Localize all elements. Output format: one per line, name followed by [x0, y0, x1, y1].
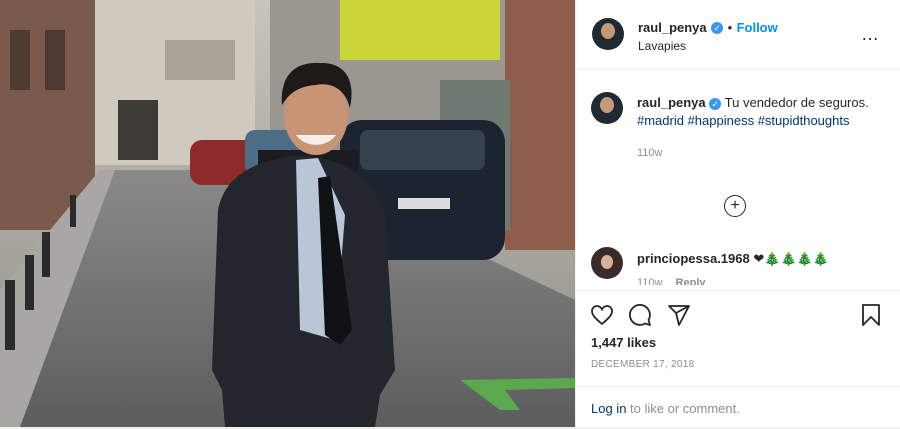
login-prompt-text: Log in to like or comment.	[591, 401, 740, 416]
post-photo[interactable]	[0, 0, 575, 427]
comment-icon[interactable]	[628, 303, 652, 327]
heart-icon[interactable]	[590, 303, 614, 327]
caption-text: Tu vendedor de seguros.	[724, 95, 869, 110]
verified-badge-icon: ✓	[711, 21, 724, 34]
caption-avatar[interactable]	[591, 92, 623, 124]
follow-button[interactable]: Follow	[737, 20, 778, 35]
comment-text-line: princiopessa.1968 ❤🎄🎄🎄🎄	[637, 251, 829, 267]
post-date: DECEMBER 17, 2018	[591, 359, 695, 370]
caption-hashtags[interactable]: #madrid #happiness #stupidthoughts	[637, 113, 849, 128]
street-portrait-image	[0, 0, 575, 427]
login-link[interactable]: Log in	[591, 401, 626, 416]
comment-reply-button[interactable]: Reply	[676, 277, 706, 285]
caption-text-block: raul_penya ✓ Tu vendedor de seguros. #ma…	[637, 94, 877, 162]
comment-emoji: ❤🎄🎄🎄🎄	[753, 251, 829, 266]
login-suffix: to like or comment.	[626, 401, 740, 416]
post-header: raul_penya ✓ • Follow Lavapies …	[576, 0, 900, 69]
share-icon[interactable]	[667, 303, 691, 327]
caption-verified-icon: ✓	[709, 97, 722, 110]
instagram-post-modal: raul_penya ✓ • Follow Lavapies … raul_pe…	[0, 0, 900, 427]
post-location[interactable]: Lavapies	[638, 39, 686, 53]
post-side-panel: raul_penya ✓ • Follow Lavapies … raul_pe…	[575, 0, 900, 427]
bookmark-icon[interactable]	[859, 303, 883, 327]
caption-age: 110w	[637, 147, 663, 159]
author-username[interactable]: raul_penya	[638, 20, 707, 35]
follow-separator: •	[727, 20, 733, 35]
comment-item: princiopessa.1968 ❤🎄🎄🎄🎄 110w Reply	[591, 245, 891, 285]
comment-meta: 110w Reply	[637, 277, 706, 285]
commenter-avatar[interactable]	[591, 247, 623, 279]
load-more-comments-icon[interactable]: +	[724, 195, 746, 217]
author-avatar[interactable]	[592, 18, 624, 50]
login-prompt: Log in to like or comment.	[576, 386, 900, 429]
caption-username[interactable]: raul_penya	[637, 95, 706, 110]
more-options-icon[interactable]: …	[861, 24, 880, 45]
likes-count[interactable]: 1,447 likes	[591, 335, 656, 350]
author-line: raul_penya ✓ • Follow	[638, 19, 778, 37]
comment-age: 110w	[637, 277, 663, 285]
post-actions: 1,447 likes DECEMBER 17, 2018 Log in to …	[576, 290, 900, 428]
commenter-username[interactable]: princiopessa.1968	[637, 251, 750, 266]
